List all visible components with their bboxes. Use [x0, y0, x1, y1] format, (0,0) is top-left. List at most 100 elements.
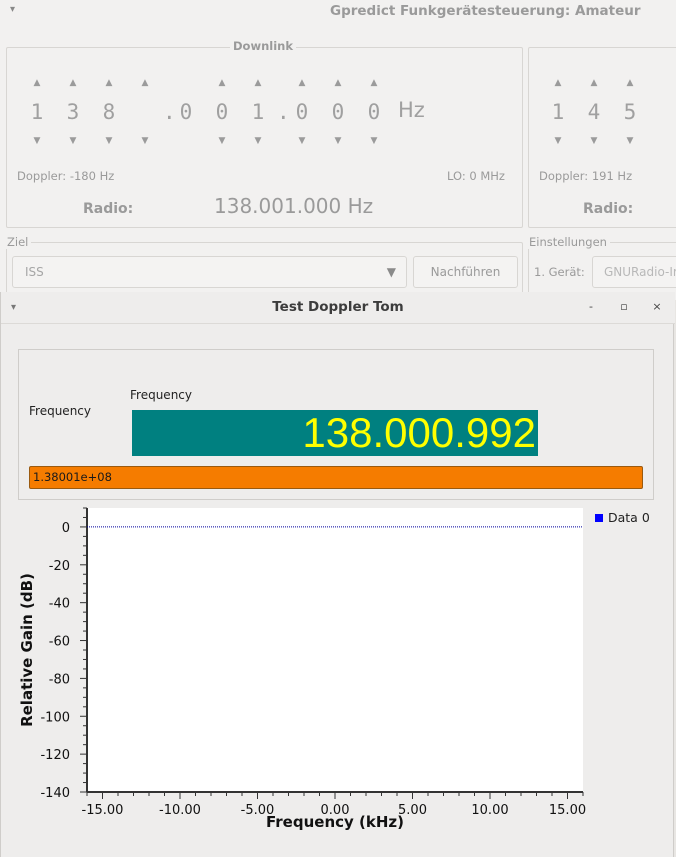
frequency-group: Frequency Frequency 138.000.992 1.38001e…: [18, 349, 654, 500]
frequency-sink-plot[interactable]: 0-20-40-60-80-100-120-140 -15.00 -10.00 -5…: [1, 500, 675, 857]
downlink-digit-10: ▲ 0 ▼: [356, 77, 392, 147]
gpredict-window: ▾ Gpredict Funkgerätesteuerung: Amateur …: [0, 0, 676, 300]
downlink-lo: LO: 0 MHz: [447, 169, 505, 183]
y-axis: 0 -20 -40 -60 -80 -100 -120 -140: [40, 507, 88, 801]
legend-swatch-data-0: [595, 514, 603, 522]
uplink-digit-value[interactable]: 4: [576, 89, 612, 135]
x-tick-label: -15.00: [82, 803, 124, 818]
gpredict-window-title: Gpredict Funkgerätesteuerung: Amateur: [330, 3, 641, 19]
frequency-level-bar: 1.38001e+08: [29, 466, 643, 489]
uplink-radio-label: Radio:: [583, 201, 634, 217]
digit-up-arrow-icon: [168, 77, 204, 89]
downlink-digit-7: ▲ 1 ▼: [240, 77, 276, 147]
downlink-radio-value: 138.001.000 Hz: [214, 194, 374, 218]
downlink-digit-value: [127, 89, 163, 135]
device-select[interactable]: GNURadio-Ir: [592, 256, 676, 288]
plot-legend[interactable]: Data 0: [595, 510, 650, 525]
frequency-group-label: Frequency: [29, 404, 91, 418]
target-select[interactable]: ISS ▼: [12, 256, 407, 288]
downlink-doppler: Doppler: -180 Hz: [17, 169, 115, 183]
downlink-digit-value[interactable]: 3: [55, 89, 91, 135]
downlink-digit-3: ▲ 8 ▼: [91, 77, 127, 147]
downlink-digit-5: 0: [168, 77, 204, 147]
downlink-unit: Hz: [398, 98, 425, 122]
y-tick-label: -20: [49, 559, 70, 574]
downlink-digit-2: ▲ 3 ▼: [55, 77, 91, 147]
downlink-digit-8: ▲ 0 ▼: [284, 77, 320, 147]
digit-up-arrow-icon[interactable]: ▲: [284, 77, 320, 89]
frequency-lcd-display: 138.000.992: [132, 410, 538, 456]
downlink-digit-value[interactable]: 0: [168, 89, 204, 135]
y-tick-label: 0: [62, 521, 70, 536]
chevron-down-icon: ▼: [386, 265, 396, 279]
downlink-digit-value[interactable]: 0: [204, 89, 240, 135]
uplink-digit-value[interactable]: 5: [612, 89, 648, 135]
track-button[interactable]: Nachführen: [413, 256, 518, 288]
digit-up-arrow-icon[interactable]: ▲: [320, 77, 356, 89]
digit-down-arrow-icon[interactable]: ▼: [612, 135, 648, 147]
minimize-icon[interactable]: -: [584, 300, 598, 313]
digit-down-arrow-icon[interactable]: ▼: [240, 135, 276, 147]
close-icon[interactable]: ×: [650, 300, 664, 313]
y-axis-title: Relative Gain (dB): [18, 573, 36, 727]
digit-down-arrow-icon[interactable]: ▼: [320, 135, 356, 147]
uplink-doppler: Doppler: 191 Hz: [539, 169, 633, 183]
downlink-digit-4: ▲ ▼: [127, 77, 163, 147]
downlink-digit-value[interactable]: 0: [284, 89, 320, 135]
digit-down-arrow-icon[interactable]: ▼: [576, 135, 612, 147]
gpredict-titlebar: ▾ Gpredict Funkgerätesteuerung: Amateur: [0, 0, 676, 24]
settings-frame-label: Einstellungen: [526, 235, 610, 249]
downlink-frame: Downlink ▲ 1 ▼ ▲ 3 ▼ ▲ 8 ▼ . ▲ ▼ 0 ▲ 0 ▼…: [6, 39, 523, 228]
gnuradio-titlebar[interactable]: ▾ Test Doppler Tom - ▫ ×: [1, 292, 675, 324]
downlink-digit-value[interactable]: 1: [19, 89, 55, 135]
digit-up-arrow-icon[interactable]: ▲: [19, 77, 55, 89]
digit-down-arrow-icon: [168, 135, 204, 147]
uplink-digit-value[interactable]: 1: [540, 89, 576, 135]
legend-label-data-0: Data 0: [608, 510, 650, 525]
y-tick-label: -140: [40, 786, 70, 801]
digit-down-arrow-icon[interactable]: ▼: [356, 135, 392, 147]
digit-up-arrow-icon[interactable]: ▲: [55, 77, 91, 89]
x-axis-title: Frequency (kHz): [266, 813, 404, 831]
y-tick-label: -60: [49, 635, 70, 650]
downlink-digit-value[interactable]: 8: [91, 89, 127, 135]
maximize-icon[interactable]: ▫: [617, 300, 631, 313]
digit-up-arrow-icon[interactable]: ▲: [540, 77, 576, 89]
y-tick-label: -120: [40, 748, 70, 763]
gpredict-window-menu-icon[interactable]: ▾: [10, 4, 15, 15]
downlink-digit-value[interactable]: 0: [320, 89, 356, 135]
digit-down-arrow-icon[interactable]: ▼: [284, 135, 320, 147]
downlink-radio-label: Radio:: [83, 201, 134, 217]
device-select-value: GNURadio-Ir: [604, 265, 676, 279]
digit-down-arrow-icon[interactable]: ▼: [91, 135, 127, 147]
uplink-digit-1: ▲ 1 ▼: [540, 77, 576, 147]
digit-down-arrow-icon[interactable]: ▼: [19, 135, 55, 147]
digit-up-arrow-icon[interactable]: ▲: [576, 77, 612, 89]
digit-up-arrow-icon[interactable]: ▲: [91, 77, 127, 89]
digit-up-arrow-icon[interactable]: ▲: [127, 77, 163, 89]
digit-up-arrow-icon[interactable]: ▲: [356, 77, 392, 89]
x-tick-label: 15.00: [549, 803, 586, 818]
downlink-digit-value[interactable]: 1: [240, 89, 276, 135]
downlink-label: Downlink: [230, 39, 296, 53]
plot-canvas: [87, 508, 583, 792]
device-label: 1. Gerät:: [534, 265, 585, 279]
frequency-lcd-label: Frequency: [130, 388, 192, 402]
downlink-digit-9: ▲ 0 ▼: [320, 77, 356, 147]
y-tick-label: -80: [49, 672, 70, 687]
frequency-level-value: 1.38001e+08: [33, 470, 112, 484]
downlink-digit-6: ▲ 0 ▼: [204, 77, 240, 147]
downlink-digit-1: ▲ 1 ▼: [19, 77, 55, 147]
digit-up-arrow-icon[interactable]: ▲: [240, 77, 276, 89]
digit-down-arrow-icon[interactable]: ▼: [127, 135, 163, 147]
uplink-frame: ▲ 1 ▼ ▲ 4 ▼ ▲ 5 ▼ Doppler: 191 Hz Radio:: [528, 47, 676, 228]
target-select-value: ISS: [25, 265, 44, 279]
gnuradio-window: ▾ Test Doppler Tom - ▫ × Frequency Frequ…: [0, 292, 675, 857]
digit-up-arrow-icon[interactable]: ▲: [612, 77, 648, 89]
downlink-digit-value[interactable]: 0: [356, 89, 392, 135]
digit-down-arrow-icon[interactable]: ▼: [204, 135, 240, 147]
digit-down-arrow-icon[interactable]: ▼: [55, 135, 91, 147]
uplink-digit-2: ▲ 4 ▼: [576, 77, 612, 147]
digit-down-arrow-icon[interactable]: ▼: [540, 135, 576, 147]
digit-up-arrow-icon[interactable]: ▲: [204, 77, 240, 89]
